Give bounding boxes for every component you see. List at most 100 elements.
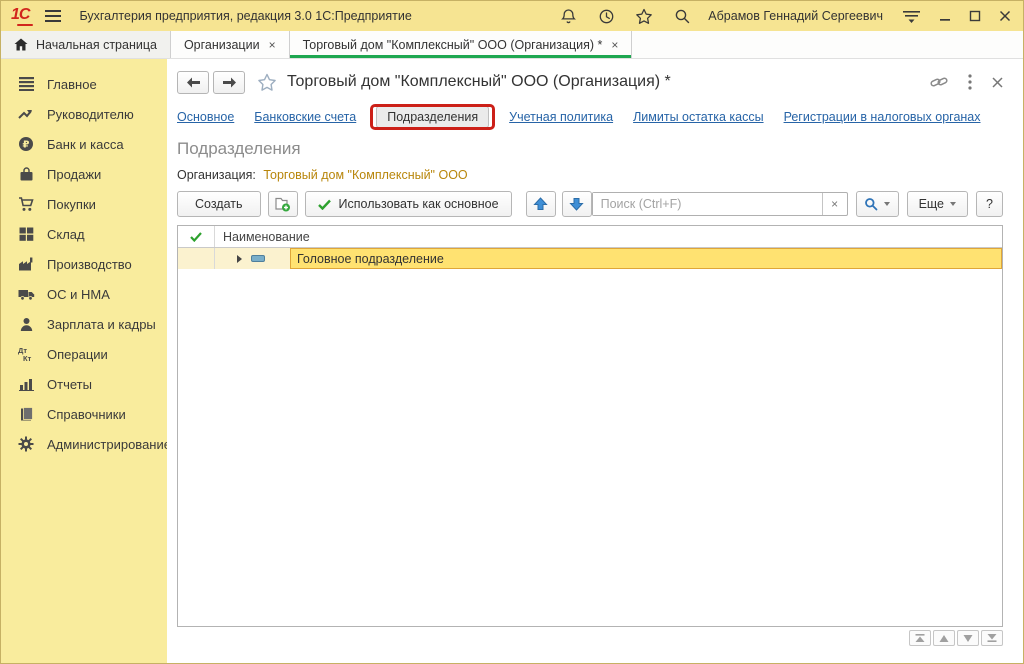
favorites-star-icon[interactable] xyxy=(634,6,654,26)
tree-expander-icon[interactable] xyxy=(237,255,242,263)
link-icon[interactable] xyxy=(930,74,948,90)
tab-label: Торговый дом "Комплексный" ООО (Организа… xyxy=(303,38,603,52)
factory-icon xyxy=(17,256,35,272)
maximize-icon[interactable] xyxy=(969,10,981,22)
move-up-button[interactable] xyxy=(526,191,556,217)
nav-current-wrap: Подразделения xyxy=(376,110,489,124)
home-icon xyxy=(14,38,28,51)
service-menu-icon[interactable] xyxy=(901,6,921,26)
sidebar-item-operacii[interactable]: ДтКт Операции xyxy=(1,339,167,369)
nav-link-registracii-v-nalogovyh-organah[interactable]: Регистрации в налоговых органах xyxy=(784,110,981,124)
tab-home[interactable]: Начальная страница xyxy=(1,31,171,58)
svg-text:Кт: Кт xyxy=(23,354,32,362)
search-clear-icon[interactable]: × xyxy=(822,193,847,215)
main-area: Главное Руководителю ₽ Банк и касса Прод… xyxy=(1,59,1023,663)
app-window: 1С Бухгалтерия предприятия, редакция 3.0… xyxy=(0,0,1024,664)
list-scroll-buttons xyxy=(177,630,1003,646)
sidebar-item-spravochniki[interactable]: Справочники xyxy=(1,399,167,429)
bell-icon[interactable] xyxy=(558,6,578,26)
sidebar-item-zarplata-i-kadry[interactable]: Зарплата и кадры xyxy=(1,309,167,339)
back-arrow-icon[interactable] xyxy=(177,71,209,94)
tab-close-icon[interactable]: × xyxy=(269,38,276,52)
tab-close-icon[interactable]: × xyxy=(611,38,618,52)
sidebar-item-pokupki[interactable]: Покупки xyxy=(1,189,167,219)
nav-link-podrazdeleniya[interactable]: Подразделения xyxy=(376,106,489,128)
list-toolbar: Создать Использовать как основное × xyxy=(177,191,1003,217)
sidebar-item-bank-i-kassa[interactable]: ₽ Банк и касса xyxy=(1,129,167,159)
move-down-button[interactable] xyxy=(562,191,592,217)
history-icon[interactable] xyxy=(596,6,616,26)
check-icon xyxy=(190,232,202,242)
ruble-circle-icon: ₽ xyxy=(17,136,35,152)
sidebar-item-sklad[interactable]: Склад xyxy=(1,219,167,249)
tab-organizations[interactable]: Организации × xyxy=(171,31,290,58)
cart-icon xyxy=(17,196,35,212)
use-as-main-button[interactable]: Использовать как основное xyxy=(305,191,512,217)
current-user: Абрамов Геннадий Сергеевич xyxy=(708,9,883,23)
favorite-star-icon[interactable] xyxy=(257,73,277,92)
form-header: Торговый дом "Комплексный" ООО (Организа… xyxy=(177,67,1003,97)
main-menu-icon[interactable] xyxy=(45,9,61,23)
sidebar-item-prodazhi[interactable]: Продажи xyxy=(1,159,167,189)
search-box: × xyxy=(592,192,848,216)
kebab-menu-icon[interactable] xyxy=(968,74,972,90)
form-content: Торговый дом "Комплексный" ООО (Организа… xyxy=(167,59,1024,663)
titlebar-actions: Абрамов Геннадий Сергеевич xyxy=(540,6,1011,26)
form-title: Торговый дом "Комплексный" ООО (Организа… xyxy=(287,73,671,91)
bag-icon xyxy=(17,166,35,182)
nav-link-osnovnoe[interactable]: Основное xyxy=(177,110,234,124)
scroll-top-icon[interactable] xyxy=(909,630,931,646)
organization-value-link[interactable]: Торговый дом "Комплексный" ООО xyxy=(263,168,467,182)
dt-kt-icon: ДтКт xyxy=(17,346,35,362)
person-icon xyxy=(17,316,35,332)
tab-organization-card[interactable]: Торговый дом "Комплексный" ООО (Организа… xyxy=(290,31,633,58)
search-input[interactable] xyxy=(593,193,822,215)
bar-chart-icon xyxy=(17,376,35,392)
tab-label: Организации xyxy=(184,38,260,52)
create-group-button[interactable] xyxy=(268,191,298,217)
search-icon[interactable] xyxy=(672,6,692,26)
section-title: Подразделения xyxy=(177,139,1003,159)
search-settings-button[interactable] xyxy=(856,191,899,217)
form-header-actions xyxy=(910,74,1003,90)
sidebar-item-proizvodstvo[interactable]: Производство xyxy=(1,249,167,279)
main-flag-column-header[interactable] xyxy=(178,226,215,247)
list-header: Наименование xyxy=(178,226,1002,248)
gear-icon xyxy=(17,436,35,452)
department-group-icon xyxy=(251,255,265,262)
tab-bar: Начальная страница Организации × Торговы… xyxy=(1,31,1023,59)
truck-icon xyxy=(17,286,35,302)
title-bar: 1С Бухгалтерия предприятия, редакция 3.0… xyxy=(1,1,1023,31)
name-column-header[interactable]: Наименование xyxy=(215,226,1002,247)
scroll-down-icon[interactable] xyxy=(957,630,979,646)
minimize-icon[interactable] xyxy=(939,10,951,22)
nav-link-bankovskie-scheta[interactable]: Банковские счета xyxy=(254,110,356,124)
nav-link-uchetnaya-politika[interactable]: Учетная политика xyxy=(509,110,613,124)
sidebar-item-os-i-nma[interactable]: ОС и НМА xyxy=(1,279,167,309)
sidebar: Главное Руководителю ₽ Банк и касса Прод… xyxy=(1,59,167,663)
nav-link-limity-ostatka-kassy[interactable]: Лимиты остатка кассы xyxy=(633,110,763,124)
help-button[interactable]: ? xyxy=(976,191,1003,217)
close-window-icon[interactable] xyxy=(999,10,1011,22)
more-button[interactable]: Еще xyxy=(907,191,968,217)
form-nav-links: Основное Банковские счета Подразделения … xyxy=(177,106,1003,128)
department-name-cell[interactable]: Головное подразделение xyxy=(290,248,1002,269)
main-flag-cell xyxy=(178,248,215,269)
check-icon xyxy=(318,199,331,210)
scroll-bottom-icon[interactable] xyxy=(981,630,1003,646)
forward-arrow-icon[interactable] xyxy=(213,71,245,94)
list-empty-area xyxy=(178,269,1002,626)
organization-label: Организация: xyxy=(177,168,256,182)
create-button[interactable]: Создать xyxy=(177,191,261,217)
scroll-up-icon[interactable] xyxy=(933,630,955,646)
chevron-down-icon xyxy=(884,202,890,206)
sidebar-item-administrirovanie[interactable]: Администрирование xyxy=(1,429,167,459)
sidebar-item-otchety[interactable]: Отчеты xyxy=(1,369,167,399)
window-title: Бухгалтерия предприятия, редакция 3.0 1С… xyxy=(79,9,411,23)
sidebar-item-glavnoe[interactable]: Главное xyxy=(1,69,167,99)
sidebar-item-rukovoditelyu[interactable]: Руководителю xyxy=(1,99,167,129)
list-row-golovnoe-podrazdelenie[interactable]: Головное подразделение xyxy=(178,248,1002,269)
svg-text:₽: ₽ xyxy=(23,140,30,151)
close-form-icon[interactable] xyxy=(992,77,1003,88)
trend-arrow-icon xyxy=(17,106,35,122)
